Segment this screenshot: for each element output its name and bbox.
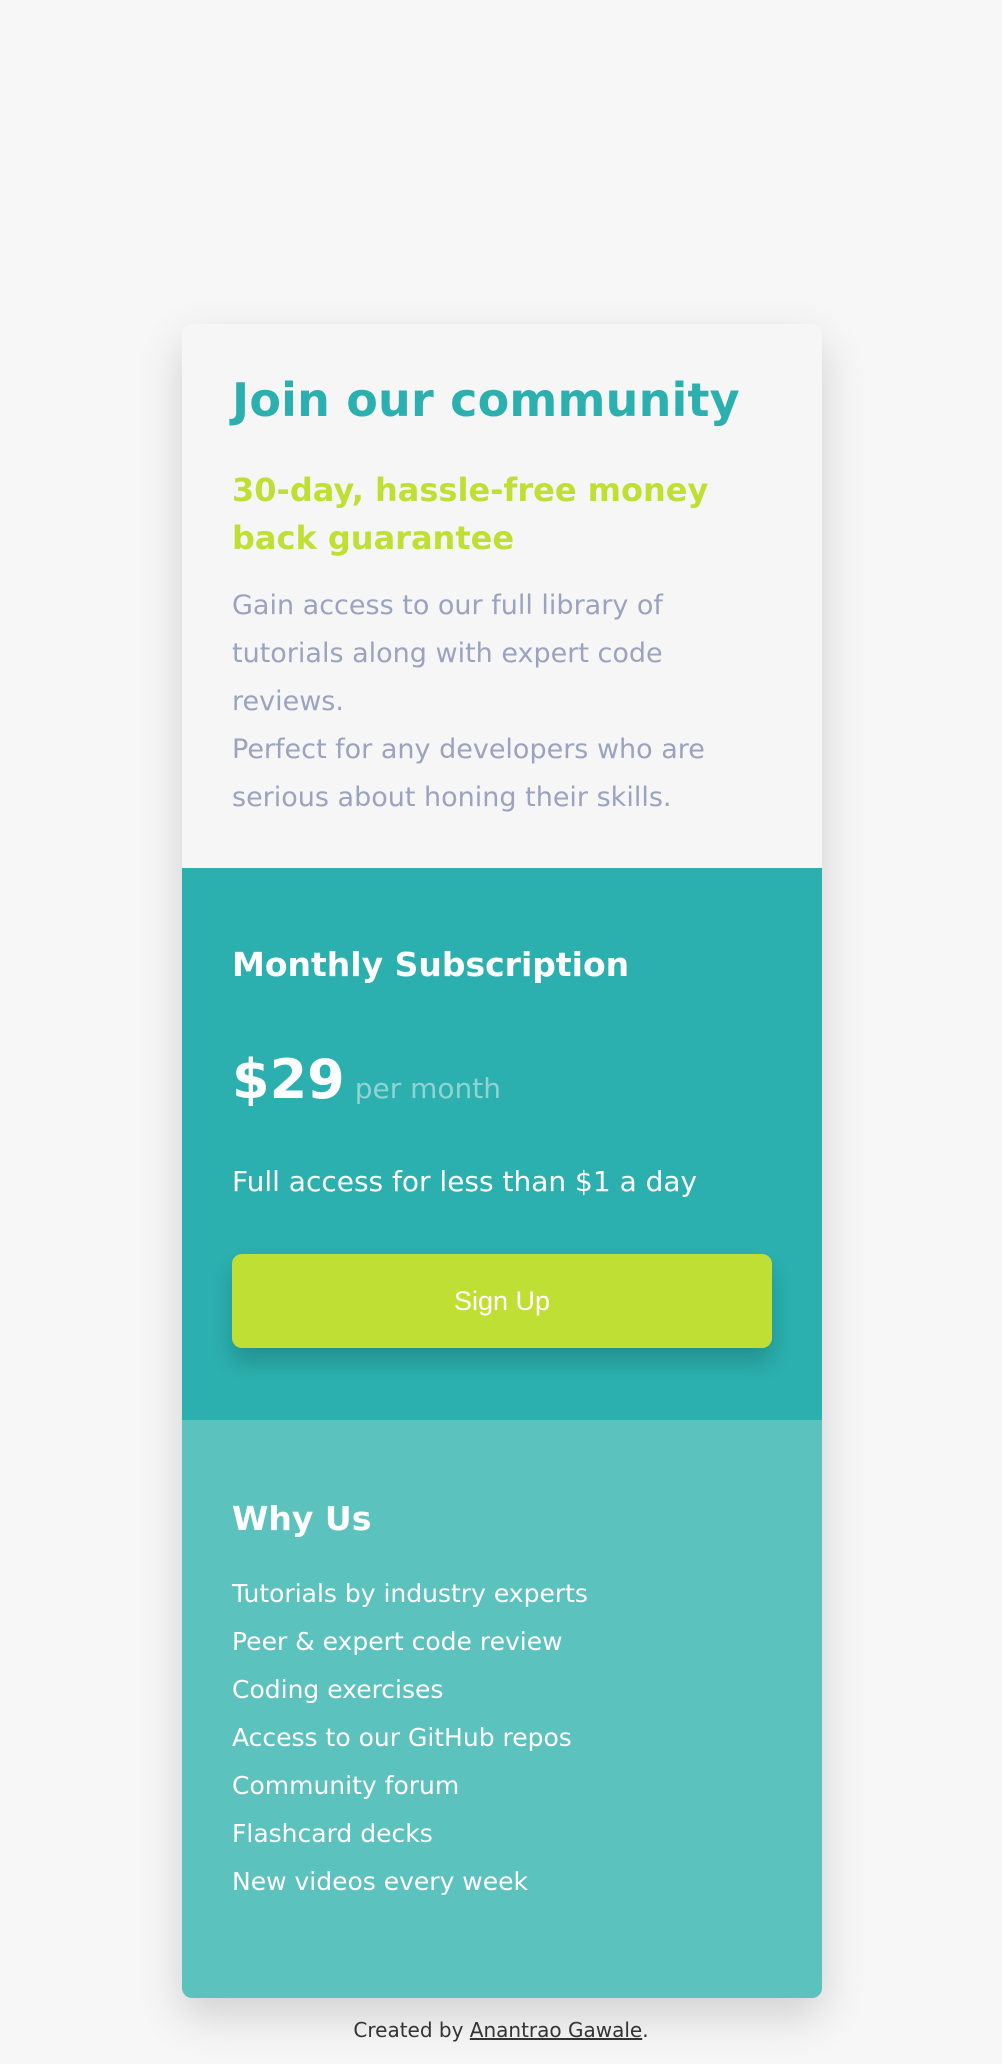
- description: Gain access to our full library of tutor…: [232, 582, 772, 822]
- community-section: Join our community 30-day, hassle-free m…: [182, 324, 822, 868]
- attribution-prefix: Created by: [353, 2018, 470, 2042]
- page-title: Join our community: [232, 373, 740, 427]
- guarantee-subtitle: 30-day, hassle-free money back guarantee: [232, 471, 709, 557]
- list-item: Tutorials by industry experts: [232, 1579, 588, 1608]
- subscription-section: Monthly Subscription $29 per month Full …: [182, 868, 822, 1420]
- attribution-suffix: .: [642, 2018, 649, 2042]
- list-item: New videos every week: [232, 1867, 528, 1896]
- access-text: Full access for less than $1 a day: [232, 1165, 698, 1198]
- price-period: per month: [354, 1072, 502, 1105]
- sign-up-button[interactable]: Sign Up: [232, 1254, 772, 1348]
- why-us-title: Why Us: [232, 1499, 372, 1538]
- why-us-section: Why Us Tutorials by industry experts Pee…: [182, 1420, 822, 1998]
- price-amount: $29: [232, 1048, 345, 1111]
- pricing-card: Join our community 30-day, hassle-free m…: [182, 324, 822, 1998]
- list-item: Community forum: [232, 1771, 460, 1800]
- author-link[interactable]: Anantrao Gawale: [470, 2018, 642, 2042]
- list-item: Access to our GitHub repos: [232, 1723, 572, 1752]
- description-line: Gain access to our full library of tutor…: [232, 590, 663, 717]
- description-line: Perfect for any developers who are serio…: [232, 734, 705, 813]
- price-row: $29 per month: [232, 1050, 772, 1110]
- list-item: Flashcard decks: [232, 1819, 433, 1848]
- attribution: Created by Anantrao Gawale.: [0, 2016, 1002, 2044]
- plan-title: Monthly Subscription: [232, 945, 630, 984]
- list-item: Peer & expert code review: [232, 1627, 563, 1656]
- benefits-list: Tutorials by industry experts Peer & exp…: [232, 1570, 772, 1906]
- list-item: Coding exercises: [232, 1675, 444, 1704]
